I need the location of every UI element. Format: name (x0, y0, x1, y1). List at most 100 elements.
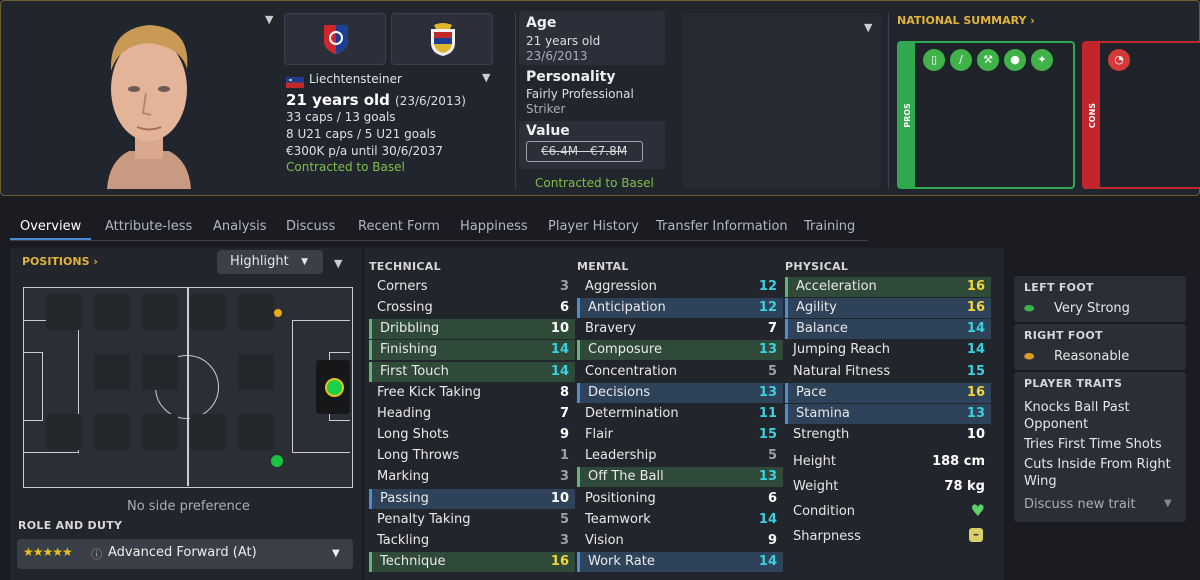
stamina-pro-icon[interactable]: ▯ (923, 49, 945, 71)
mental-attribute-row[interactable]: Teamwork 14 (577, 510, 783, 530)
tab-analysis[interactable]: Analysis (213, 214, 267, 240)
technical-attribute-row[interactable]: Crossing 6 (369, 298, 575, 318)
positions-chevron-icon[interactable]: ▼ (334, 257, 342, 270)
discuss-chevron-icon[interactable]: ▼ (1164, 498, 1172, 509)
physical-attribute-row[interactable]: Acceleration 16 (785, 277, 991, 297)
physical-attribute-row[interactable]: Strength 10 (785, 425, 991, 445)
position-zone[interactable] (238, 354, 274, 390)
tab-transfer-information[interactable]: Transfer Information (656, 214, 788, 240)
position-zone[interactable] (238, 294, 274, 330)
age-value: 21 years old (526, 34, 601, 48)
player-menu-chevron-icon[interactable]: ▼ (265, 13, 273, 26)
technical-attribute-row[interactable]: Corners 3 (369, 277, 575, 297)
mental-attribute-row[interactable]: Off The Ball 13 (577, 467, 783, 488)
physical-attribute-row[interactable]: Stamina 13 (785, 403, 991, 424)
tab-overview[interactable]: Overview (10, 214, 92, 240)
highlight-dropdown[interactable]: Highlight ▼ (217, 250, 323, 274)
panel-chevron-icon[interactable]: ▼ (864, 21, 872, 34)
attribute-value: 5 (767, 363, 777, 379)
technical-attribute-row[interactable]: Free Kick Taking 8 (369, 383, 575, 403)
nationality-chevron-icon[interactable]: ▼ (482, 71, 490, 84)
role-dropdown[interactable]: ★★★★★ ⓘ Advanced Forward (At) ▼ (17, 539, 353, 569)
position-zone[interactable] (94, 414, 130, 450)
tab-training[interactable]: Training (804, 214, 855, 240)
technical-attribute-row[interactable]: First Touch 14 (369, 361, 575, 382)
technical-attribute-row[interactable]: Dribbling 10 (369, 319, 575, 340)
position-dot-am-right[interactable] (274, 309, 282, 317)
height-row: Height 188 cm (785, 451, 991, 473)
attribute-value: 16 (550, 553, 569, 569)
position-zone[interactable] (238, 414, 274, 450)
mental-pro-icon[interactable]: ● (1004, 49, 1026, 71)
mental-attribute-row[interactable]: Positioning 6 (577, 489, 783, 509)
right-foot-box: RIGHT FOOT ⬬ Reasonable (1014, 324, 1186, 370)
technical-attribute-row[interactable]: Finishing 14 (369, 340, 575, 361)
contract-text: €300K p/a until 30/6/2037 (286, 144, 443, 158)
technical-attribute-row[interactable]: Penalty Taking 5 (369, 510, 575, 530)
position-zone[interactable] (46, 414, 82, 450)
technical-attribute-row[interactable]: Tackling 3 (369, 531, 575, 551)
tab-happiness[interactable]: Happiness (460, 214, 528, 240)
trait-item[interactable]: Knocks Ball Past Opponent (1024, 399, 1174, 433)
physical-attribute-row[interactable]: Balance 14 (785, 319, 991, 340)
attribute-value: 10 (966, 427, 985, 443)
discuss-trait-link[interactable]: Discuss new trait (1024, 497, 1136, 512)
technical-attribute-row[interactable]: Long Shots 9 (369, 425, 575, 445)
position-zone[interactable] (142, 354, 178, 390)
national-summary-link[interactable]: NATIONAL SUMMARY › (897, 14, 1035, 27)
tab-player-history[interactable]: Player History (548, 214, 639, 240)
mental-attribute-row[interactable]: Aggression 12 (577, 277, 783, 297)
tools-pro-icon[interactable]: ⚒ (977, 49, 999, 71)
physical-attribute-row[interactable]: Agility 16 (785, 298, 991, 319)
physical-attribute-row[interactable]: Jumping Reach 14 (785, 340, 991, 360)
position-zone[interactable] (142, 294, 178, 330)
tab-attribute-less[interactable]: Attribute-less (105, 214, 192, 240)
condition-heart-icon: ♥ (970, 501, 985, 520)
tab-discuss[interactable]: Discuss (286, 214, 335, 240)
mental-attribute-row[interactable]: Leadership 5 (577, 446, 783, 466)
mental-attribute-row[interactable]: Composure 13 (577, 340, 783, 361)
trait-item[interactable]: Tries First Time Shots (1024, 436, 1182, 453)
attribute-name: Vision (585, 532, 624, 548)
whistle-con-icon[interactable]: ◔ (1108, 49, 1130, 71)
attribute-value: 10 (550, 490, 569, 506)
technical-attribute-row[interactable]: Technique 16 (369, 551, 575, 572)
position-zone[interactable] (94, 294, 130, 330)
position-zone[interactable] (190, 294, 226, 330)
mental-attribute-row[interactable]: Vision 9 (577, 531, 783, 551)
technical-attribute-row[interactable]: Long Throws 1 (369, 446, 575, 466)
attribute-name: Work Rate (588, 553, 655, 569)
club-badge-card[interactable] (284, 13, 386, 65)
physical-attribute-row[interactable]: Natural Fitness 15 (785, 362, 991, 382)
physical-attribute-row[interactable]: Pace 16 (785, 382, 991, 403)
mental-attribute-row[interactable]: Anticipation 12 (577, 298, 783, 319)
position-dot-left[interactable] (271, 455, 283, 467)
value-contract-text[interactable]: Contracted to Basel (535, 176, 654, 190)
nation-badge-card[interactable] (391, 13, 493, 65)
positions-link[interactable]: POSITIONS › (22, 255, 98, 268)
mental-attribute-row[interactable]: Decisions 13 (577, 382, 783, 403)
technical-attribute-row[interactable]: Marking 3 (369, 467, 575, 487)
tab-recent-form[interactable]: Recent Form (358, 214, 440, 240)
mental-attribute-row[interactable]: Determination 11 (577, 404, 783, 424)
attribute-name: Natural Fitness (793, 363, 891, 379)
technical-attribute-row[interactable]: Heading 7 (369, 404, 575, 424)
boots-pro-icon[interactable]: ✦ (1031, 49, 1053, 71)
mental-attribute-row[interactable]: Concentration 5 (577, 362, 783, 382)
club-contract-text[interactable]: Contracted to Basel (286, 160, 405, 174)
position-zone[interactable] (190, 414, 226, 450)
position-dot-striker[interactable] (325, 378, 344, 397)
mental-attribute-row[interactable]: Flair 15 (577, 425, 783, 445)
personality-label: Personality (526, 69, 616, 85)
injury-pro-icon[interactable]: ∕ (950, 49, 972, 71)
attribute-value: 15 (758, 427, 777, 443)
mental-attribute-row[interactable]: Bravery 7 (577, 319, 783, 339)
info-icon[interactable]: ⓘ (91, 546, 102, 562)
position-zone[interactable] (46, 294, 82, 330)
position-zone[interactable] (94, 354, 130, 390)
technical-attribute-row[interactable]: Passing 10 (369, 488, 575, 509)
trait-item[interactable]: Cuts Inside From Right Wing (1024, 456, 1174, 490)
attribute-name: Teamwork (585, 511, 651, 527)
position-zone[interactable] (142, 414, 178, 450)
mental-attribute-row[interactable]: Work Rate 14 (577, 551, 783, 572)
